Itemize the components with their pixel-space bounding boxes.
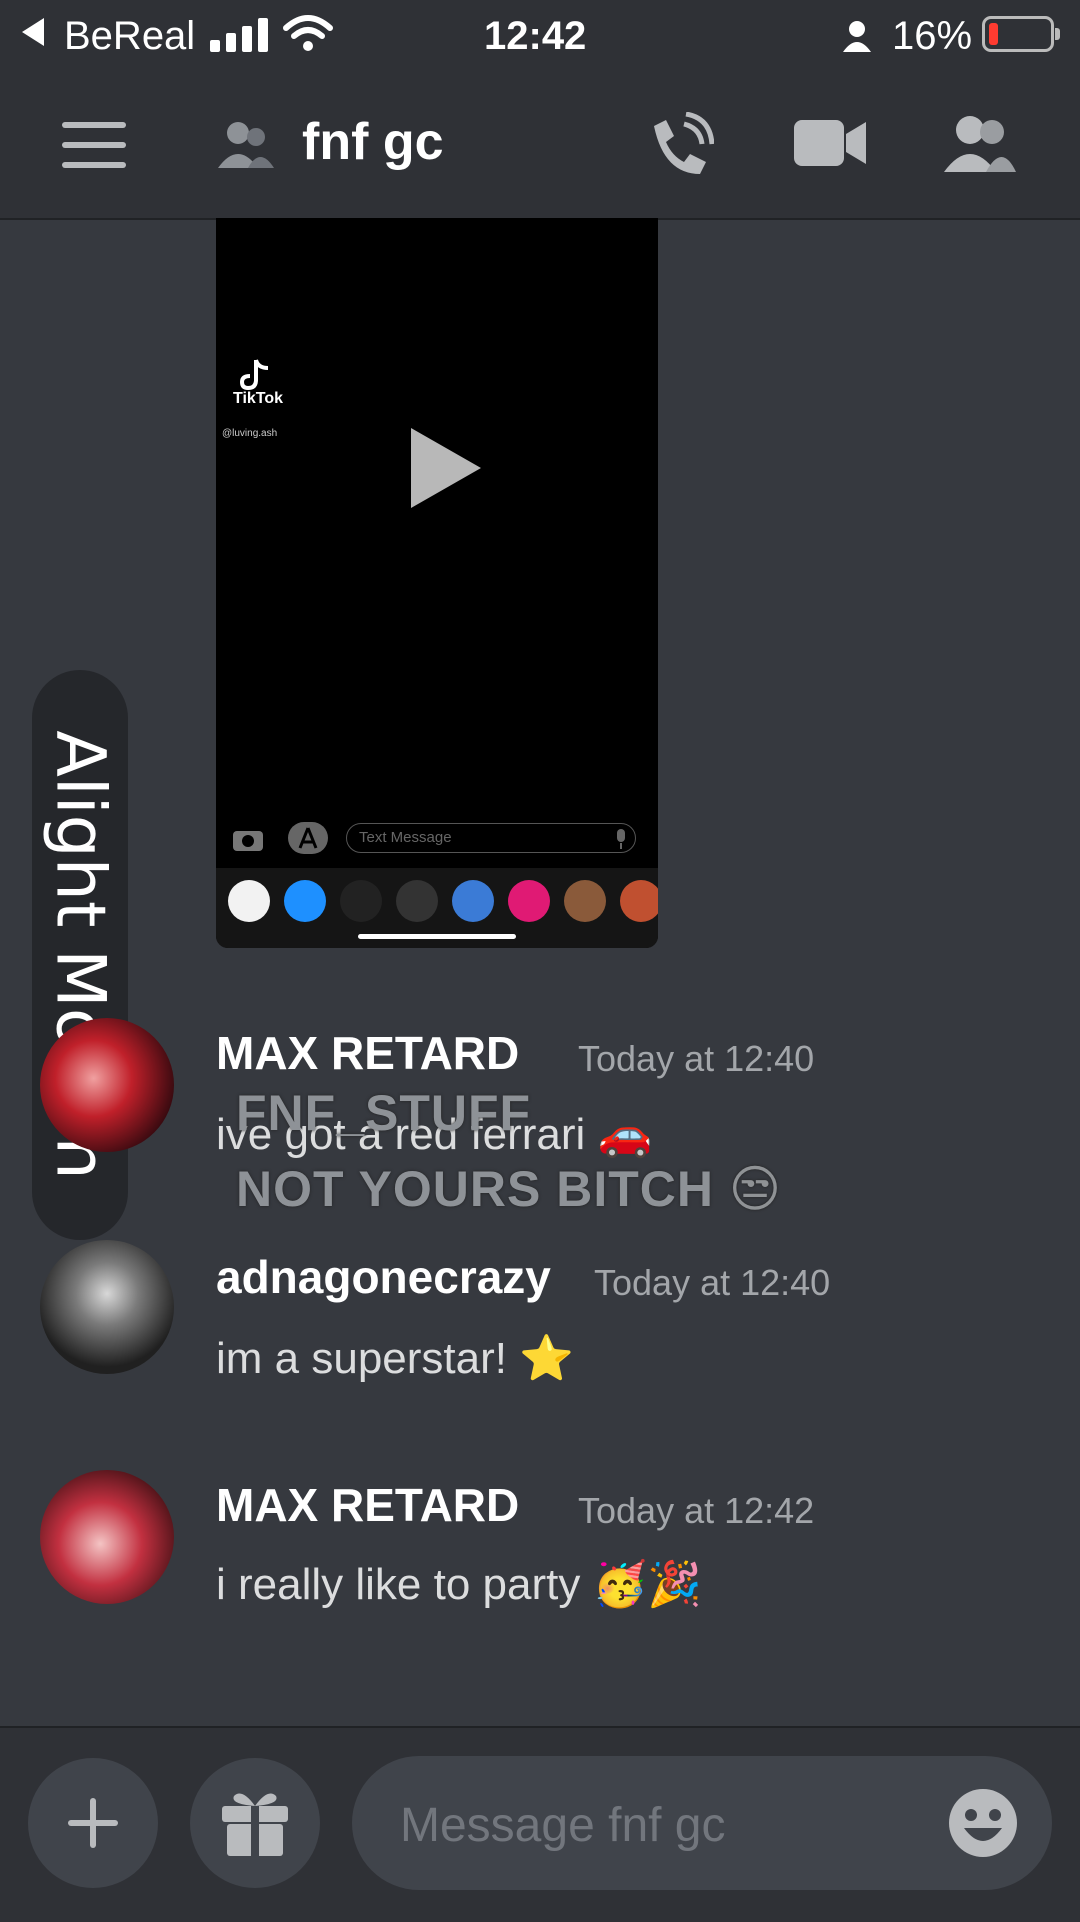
channel-title: fnf gc (302, 113, 444, 171)
channel-header (0, 70, 1080, 220)
group-dm-icon (218, 122, 274, 168)
gift-button[interactable] (190, 1758, 320, 1888)
avatar[interactable] (40, 1240, 174, 1374)
message-text-body: im a superstar! (216, 1334, 507, 1383)
unamused-emoji: 😒 (728, 1161, 783, 1217)
overlay-caption-bottom: NOT YOURS BITCH 😒 (236, 1160, 782, 1218)
alight-motion-watermark: Alight Motion (32, 670, 128, 1240)
menu-icon[interactable] (62, 122, 126, 168)
video-embed[interactable]: TikTok @luving.ash Text Message (216, 218, 658, 948)
gift-icon (222, 1793, 288, 1856)
status-bar: BeReal 12:42 16% (0, 0, 1080, 70)
clock: 12:42 (484, 14, 587, 58)
back-arrow-icon[interactable] (22, 18, 44, 46)
message-text-body: i really like to party (216, 1560, 581, 1609)
camera-icon (233, 831, 263, 851)
overlay-caption-text: NOT YOURS BITCH (236, 1161, 714, 1217)
mic-icon (617, 829, 625, 849)
tiktok-label: TikTok (232, 390, 284, 407)
message-timestamp: Today at 12:40 (578, 1038, 815, 1079)
avatar[interactable] (40, 1018, 174, 1152)
car-emoji: 🚗 (597, 1110, 653, 1159)
person-icon (843, 21, 871, 52)
signal-icon (210, 18, 270, 52)
video-icon[interactable] (794, 118, 866, 168)
message-timestamp: Today at 12:42 (578, 1490, 815, 1531)
message-author[interactable]: MAX RETARD (216, 1478, 519, 1532)
members-icon[interactable] (944, 114, 1016, 172)
plus-icon (68, 1798, 118, 1848)
party-emoji: 🥳🎉 (592, 1560, 703, 1609)
attach-button[interactable] (28, 1758, 158, 1888)
appstore-icon (288, 822, 328, 854)
back-app-label[interactable]: BeReal (64, 14, 195, 59)
message-timestamp: Today at 12:40 (594, 1262, 831, 1303)
battery-icon (982, 16, 1060, 52)
avatar[interactable] (40, 1470, 174, 1604)
battery-percent: 16% (892, 14, 973, 58)
tiktok-handle: @luving.ash (222, 428, 278, 439)
emoji-icon[interactable] (948, 1788, 1018, 1858)
call-icon[interactable] (644, 112, 714, 182)
overlay-caption-top: FNF_STUFF (236, 1085, 532, 1141)
message-input-placeholder: Message fnf gc (400, 1799, 726, 1852)
message-author[interactable]: adnagonecrazy (216, 1250, 551, 1304)
star-emoji: ⭐ (519, 1334, 575, 1383)
message-text: i really like to party 🥳🎉 (216, 1558, 702, 1610)
tiktok-icon (239, 359, 269, 391)
home-indicator (358, 934, 516, 939)
message-text: im a superstar! ⭐ (216, 1332, 574, 1384)
wifi-icon (283, 15, 333, 51)
play-icon[interactable] (411, 428, 481, 508)
imessage-input: Text Message (346, 823, 636, 853)
message-author[interactable]: MAX RETARD (216, 1026, 519, 1080)
